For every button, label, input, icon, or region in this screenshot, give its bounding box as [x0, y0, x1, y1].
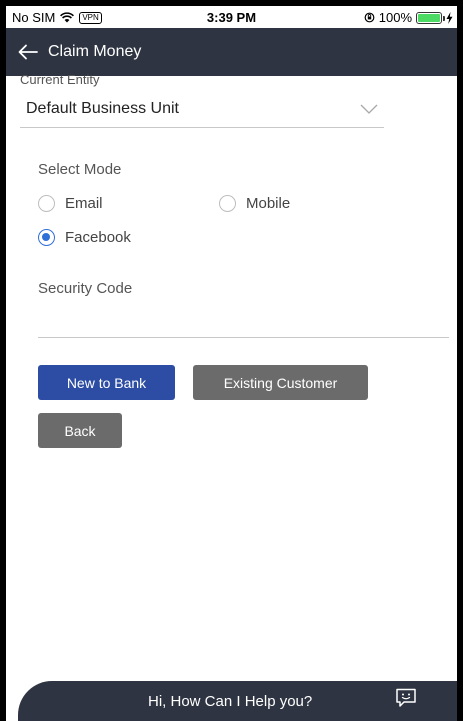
- arrow-left-icon: [18, 44, 38, 60]
- back-button[interactable]: Back: [38, 413, 122, 448]
- select-mode-label: Select Mode: [38, 161, 122, 178]
- chevron-down-icon: [360, 104, 378, 114]
- page-title: Claim Money: [48, 43, 142, 60]
- entity-select[interactable]: Default Business Unit: [20, 90, 384, 128]
- radio-email[interactable]: [38, 195, 55, 212]
- battery-fill: [418, 13, 440, 22]
- orientation-lock-icon: [364, 12, 375, 23]
- battery-percent: 100%: [378, 10, 412, 25]
- existing-customer-button[interactable]: Existing Customer: [193, 365, 368, 400]
- charging-bolt-icon: [446, 11, 453, 24]
- radio-facebook[interactable]: [38, 229, 55, 246]
- entity-label: Current Entity: [20, 72, 100, 87]
- radio-mobile-label: Mobile: [246, 195, 291, 212]
- back-arrow-button[interactable]: [10, 44, 46, 60]
- chat-help-bar[interactable]: Hi, How Can I Help you?: [18, 681, 457, 721]
- radio-mobile[interactable]: [219, 195, 236, 212]
- new-to-bank-button[interactable]: New to Bank: [38, 365, 175, 400]
- chat-icon[interactable]: [395, 688, 417, 708]
- status-right: 100%: [364, 10, 453, 25]
- help-text: Hi, How Can I Help you?: [148, 692, 313, 710]
- status-bar: No SIM VPN 3:39 PM 100%: [6, 6, 457, 28]
- battery-tip: [443, 15, 445, 21]
- battery-icon: [416, 11, 445, 24]
- radio-email-label: Email: [65, 195, 103, 212]
- radio-option-facebook[interactable]: Facebook: [38, 229, 131, 246]
- app-header: Claim Money: [6, 28, 457, 76]
- radio-facebook-label: Facebook: [65, 229, 131, 246]
- radio-option-email[interactable]: Email: [38, 195, 103, 212]
- security-code-label: Security Code: [38, 280, 133, 297]
- security-code-input[interactable]: [38, 304, 449, 338]
- entity-value: Default Business Unit: [26, 99, 179, 117]
- radio-option-mobile[interactable]: Mobile: [219, 195, 290, 212]
